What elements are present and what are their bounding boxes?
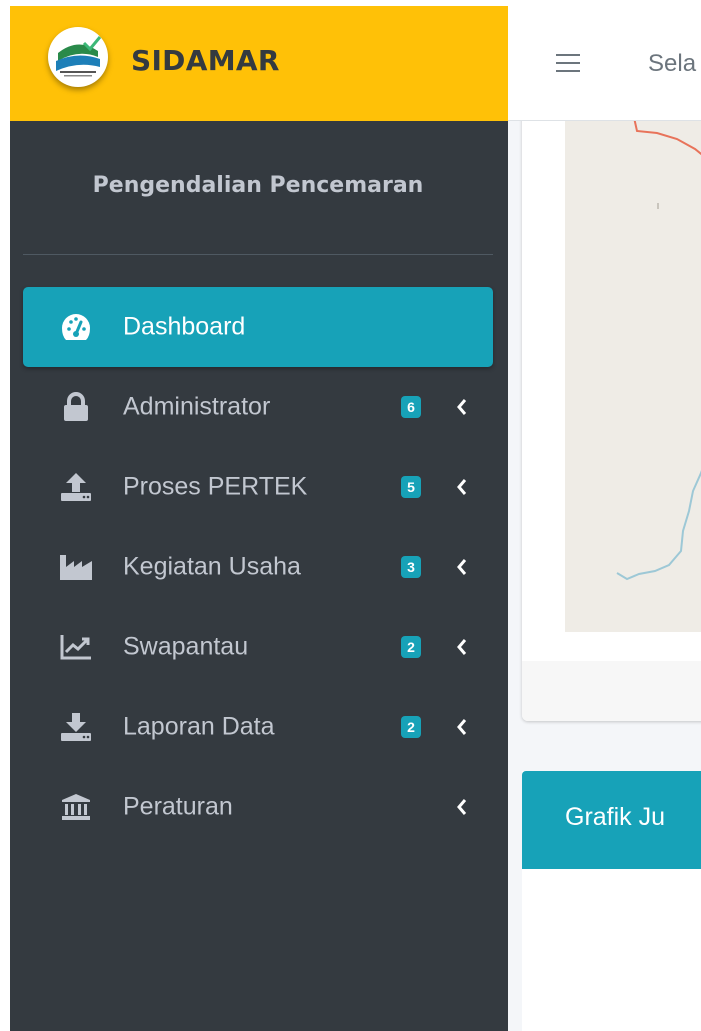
sidebar-item-peraturan[interactable]: Peraturan bbox=[23, 767, 493, 847]
sidebar-item-laporan-data[interactable]: Laporan Data 2 bbox=[23, 687, 493, 767]
count-badge: 2 bbox=[401, 716, 421, 738]
chevron-left-icon bbox=[454, 717, 470, 737]
industry-icon bbox=[59, 550, 93, 584]
count-badge: 2 bbox=[401, 636, 421, 658]
chevron-left-icon bbox=[454, 477, 470, 497]
map-card-footer bbox=[522, 661, 701, 721]
sidebar-item-label: Proses PERTEK bbox=[123, 472, 308, 501]
sidebar-item-kegiatan-usaha[interactable]: Kegiatan Usaha 3 bbox=[23, 527, 493, 607]
chart-card-title: Grafik Ju bbox=[565, 803, 666, 831]
tachometer-icon bbox=[59, 310, 93, 344]
sidebar-item-label: Swapantau bbox=[123, 632, 249, 661]
upload-icon bbox=[59, 470, 93, 504]
sidebar-item-label: Dashboard bbox=[123, 312, 246, 341]
chart-card: Grafik Ju bbox=[522, 771, 701, 1031]
sidebar-item-administrator[interactable]: Administrator 6 bbox=[23, 367, 493, 447]
sidebar-item-label: Peraturan bbox=[123, 792, 233, 821]
brand-logo bbox=[48, 27, 108, 87]
navbar-text: Sela bbox=[648, 50, 697, 77]
count-badge: 5 bbox=[401, 476, 421, 498]
sidebar-item-label: Administrator bbox=[123, 392, 271, 421]
count-badge: 6 bbox=[401, 396, 421, 418]
brand-text: SIDAMAR bbox=[131, 44, 280, 77]
top-navbar: Sela bbox=[508, 6, 701, 121]
chart-line-icon bbox=[59, 630, 93, 664]
chevron-left-icon bbox=[454, 557, 470, 577]
user-name[interactable]: Pengendalian Pencemaran bbox=[23, 173, 493, 198]
sidebar-nav: Dashboard Administrator 6 Proses PERTEK … bbox=[23, 287, 493, 847]
lock-icon bbox=[59, 390, 93, 424]
chevron-left-icon bbox=[454, 797, 470, 817]
map-card bbox=[522, 121, 701, 721]
sidebar-item-proses-pertek[interactable]: Proses PERTEK 5 bbox=[23, 447, 493, 527]
chevron-left-icon bbox=[454, 637, 470, 657]
download-icon bbox=[59, 710, 93, 744]
map-view[interactable] bbox=[565, 121, 701, 632]
sidebar-item-dashboard[interactable]: Dashboard bbox=[23, 287, 493, 367]
brand-link[interactable]: SIDAMAR bbox=[10, 6, 508, 121]
chart-card-header: Grafik Ju bbox=[522, 771, 701, 869]
count-badge: 3 bbox=[401, 556, 421, 578]
landmark-icon bbox=[59, 790, 93, 824]
sidebar-item-label: Kegiatan Usaha bbox=[123, 552, 301, 581]
sidebar-item-swapantau[interactable]: Swapantau 2 bbox=[23, 607, 493, 687]
menu-toggle-icon[interactable] bbox=[556, 54, 580, 74]
user-panel: Pengendalian Pencemaran bbox=[23, 121, 493, 255]
chevron-left-icon bbox=[454, 397, 470, 417]
content-wrapper: Grafik Ju bbox=[508, 121, 701, 1031]
sidebar-item-label: Laporan Data bbox=[123, 712, 275, 741]
sidebar: SIDAMAR Pengendalian Pencemaran Dashboar… bbox=[10, 6, 508, 1031]
